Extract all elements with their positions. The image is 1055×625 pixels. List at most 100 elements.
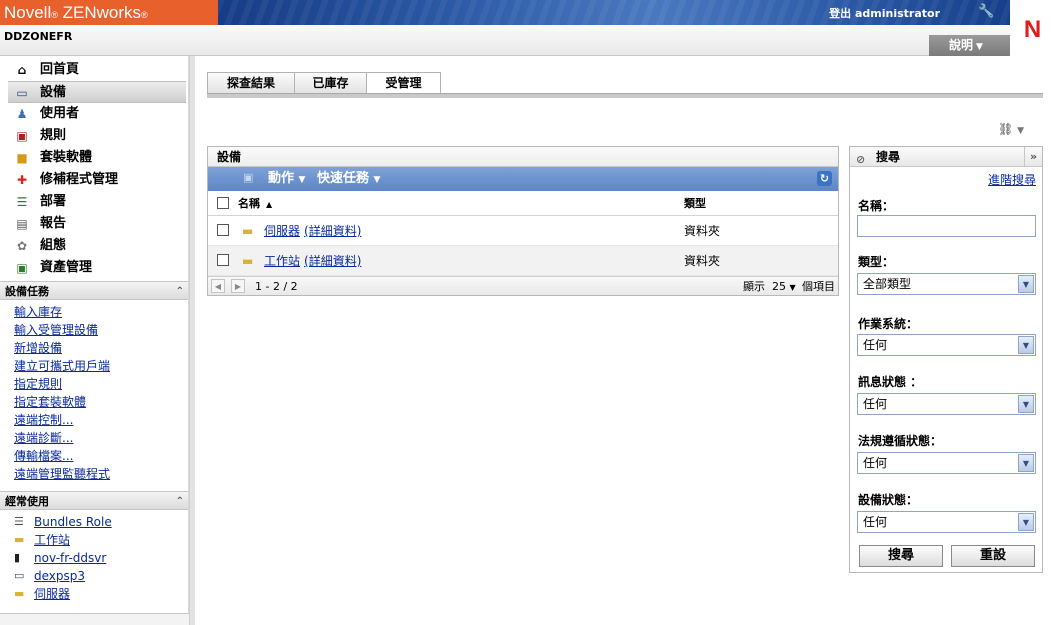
expand-icon[interactable]: »: [1024, 147, 1042, 166]
header: Novell® ZENworks® 登出 administrator 🔧 N D…: [0, 0, 1055, 56]
row-checkbox[interactable]: [217, 224, 229, 236]
nav-item-deployment[interactable]: ☰ 部署: [0, 191, 188, 213]
page-size-select[interactable]: 25 ▼: [772, 277, 796, 297]
previous-page-icon[interactable]: ◀: [211, 279, 225, 293]
next-page-icon[interactable]: ▶: [231, 279, 245, 293]
header-banner: 登出 administrator 🔧: [218, 0, 1010, 25]
compliance-status-select[interactable]: 任何 ▼: [857, 452, 1036, 474]
type-select[interactable]: 全部類型 ▼: [857, 273, 1036, 295]
policy-icon: ▣: [16, 129, 28, 143]
message-status-select[interactable]: 任何 ▼: [857, 393, 1036, 415]
fav-item-servers[interactable]: ▬ 伺服器: [14, 585, 188, 603]
chevron-down-icon[interactable]: ▼: [1018, 513, 1034, 531]
device-status-select[interactable]: 任何 ▼: [857, 511, 1036, 533]
task-remote-control[interactable]: 遠端控制...: [14, 411, 188, 429]
chevron-down-icon[interactable]: ▼: [1018, 336, 1034, 354]
task-remote-diagnostics[interactable]: 遠端診斷...: [14, 429, 188, 447]
task-assign-bundle[interactable]: 指定套裝軟體: [14, 393, 188, 411]
novell-n-logo: N: [1010, 0, 1055, 56]
chevron-down-icon[interactable]: ▼: [1018, 395, 1034, 413]
chevron-down-icon: ▼: [298, 175, 306, 185]
fav-item-nov-fr-ddsvr[interactable]: ▮ nov-fr-ddsvr: [14, 549, 188, 567]
tab-discovered[interactable]: 探查結果: [207, 72, 295, 93]
column-header-name[interactable]: 名稱 ▲: [238, 191, 272, 217]
message-status-label: 訊息狀態 ：: [858, 375, 923, 389]
reset-button[interactable]: 重設: [951, 545, 1035, 567]
search-button[interactable]: 搜尋: [859, 545, 943, 567]
name-input[interactable]: [857, 215, 1036, 237]
wrench-icon[interactable]: 🔧: [978, 5, 994, 19]
chevron-down-icon[interactable]: ▼: [1018, 275, 1034, 293]
select-all-checkbox[interactable]: [217, 197, 229, 209]
chevron-down-icon: ▼: [373, 175, 381, 185]
row-type: 資料夾: [684, 254, 721, 268]
task-import-managed-device[interactable]: 輸入受管理設備: [14, 321, 188, 339]
home-icon: ⌂: [17, 63, 27, 77]
patch-icon: ✚: [16, 173, 28, 187]
nav-list: ⌂ 回首頁 ▭ 設備 ♟ 使用者 ▣ 規則 ■ 套裝軟體 ✚ 修補程式管理 ☰ 部署 ▤ 報告 …: [0, 56, 188, 279]
nav-item-reports[interactable]: ▤ 報告: [0, 213, 188, 235]
chevron-down-icon: ▼: [789, 283, 796, 292]
task-new-device[interactable]: 新增設備: [14, 339, 188, 357]
asset-icon: ▣: [16, 261, 28, 275]
table-row: ▬ 工作站 (詳細資料) 資料夾: [208, 246, 838, 276]
devices-table-header: 名稱 ▲ 類型: [208, 191, 838, 216]
task-create-portable-client[interactable]: 建立可攜式用戶端: [14, 357, 188, 375]
task-import-inventory[interactable]: 輸入庫存: [14, 303, 188, 321]
nav-item-asset-management[interactable]: ▣ 資產管理: [0, 257, 188, 279]
monitor-icon: ▭: [16, 86, 28, 100]
fav-item-bundles-role[interactable]: ☰ Bundles Role: [14, 513, 188, 531]
collapse-icon[interactable]: ⌃: [176, 492, 184, 511]
device-folder-link[interactable]: 伺服器: [264, 224, 300, 238]
os-select[interactable]: 任何 ▼: [857, 334, 1036, 356]
os-label: 作業系統：: [858, 317, 919, 331]
task-assign-policy[interactable]: 指定規則: [14, 375, 188, 393]
table-row: ▬ 伺服器 (詳細資料) 資料夾: [208, 216, 838, 246]
nav-item-configuration[interactable]: ✿ 組態: [0, 235, 188, 257]
details-link[interactable]: (詳細資料): [304, 254, 361, 268]
nav-item-home[interactable]: ⌂ 回首頁: [0, 59, 188, 81]
monitor-icon: ▭: [14, 569, 25, 582]
refresh-icon[interactable]: ↻: [817, 171, 832, 186]
task-transfer-files[interactable]: 傳輸檔案...: [14, 447, 188, 465]
device-tasks-list: 輸入庫存 輸入受管理設備 新增設備 建立可攜式用戶端 指定規則 指定套裝軟體 遠…: [0, 300, 188, 489]
nav-item-patch-management[interactable]: ✚ 修補程式管理: [0, 169, 188, 191]
zone-bar: DDZONEFR 說明 ▼: [0, 25, 1010, 56]
tab-inventoried[interactable]: 已庫存: [294, 72, 367, 93]
device-folder-link[interactable]: 工作站: [264, 254, 300, 268]
advanced-search-link[interactable]: 進階搜尋: [988, 171, 1036, 188]
left-footer: [0, 613, 189, 625]
device-tasks-header[interactable]: 設備任務 ⌃: [0, 281, 188, 300]
deploy-icon: ☰: [16, 195, 28, 209]
device-status-label: 設備狀態：: [858, 493, 919, 507]
nav-item-devices[interactable]: ▭ 設備: [8, 81, 186, 103]
help-button[interactable]: 說明 ▼: [929, 35, 1010, 56]
nav-item-bundles[interactable]: ■ 套裝軟體: [0, 147, 188, 169]
fav-item-dexpsp3[interactable]: ▭ dexpsp3: [14, 567, 188, 585]
folder-icon: ▬: [242, 224, 254, 238]
folder-up-icon[interactable]: ▣: [243, 172, 257, 184]
frequently-used-list: ☰ Bundles Role ▬ 工作站 ▮ nov-fr-ddsvr ▭ dexpsp…: [0, 510, 188, 609]
fav-item-workstations[interactable]: ▬ 工作站: [14, 531, 188, 549]
compliance-status-label: 法規遵循狀態：: [858, 434, 943, 448]
logout-link[interactable]: 登出 administrator: [829, 0, 940, 25]
left-splitter[interactable]: [189, 56, 195, 625]
details-link[interactable]: (詳細資料): [304, 224, 361, 238]
nav-item-policies[interactable]: ▣ 規則: [0, 125, 188, 147]
type-label: 類型：: [858, 255, 895, 269]
actions-menu[interactable]: 動作 ▼: [268, 167, 305, 192]
collapse-icon[interactable]: ⌃: [176, 282, 184, 301]
nav-item-users[interactable]: ♟ 使用者: [0, 103, 188, 125]
page-range: 1 - 2 / 2: [255, 280, 298, 293]
chevron-down-icon[interactable]: ▼: [1018, 454, 1034, 472]
quick-tasks-menu[interactable]: 快速任務 ▼: [317, 167, 380, 192]
row-checkbox[interactable]: [217, 254, 229, 266]
link-icon[interactable]: ⛓ ▼: [998, 122, 1024, 136]
frequently-used-header[interactable]: 經常使用 ⌃: [0, 491, 188, 510]
folder-icon: ▬: [14, 533, 25, 546]
tab-managed[interactable]: 受管理: [366, 72, 441, 94]
search-panel-title: ⊘ 搜尋 »: [850, 147, 1042, 167]
bundle-icon: ■: [16, 151, 28, 165]
column-header-type[interactable]: 類型: [684, 191, 706, 216]
task-remote-management-listener[interactable]: 遠端管理監聽程式: [14, 465, 188, 483]
